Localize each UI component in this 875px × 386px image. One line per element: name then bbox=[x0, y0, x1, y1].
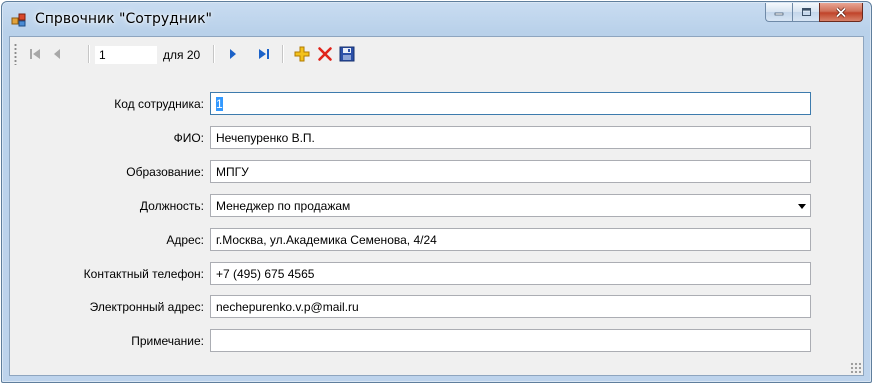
employee-code-field[interactable]: 1 bbox=[210, 92, 811, 115]
window-title: Спрвочник "Сотрудник" bbox=[35, 11, 212, 27]
email-label: Электронный адрес: bbox=[89, 300, 204, 314]
note-label: Примечание: bbox=[131, 334, 204, 348]
app-icon bbox=[11, 12, 27, 28]
education-label: Образование: bbox=[126, 165, 204, 179]
move-next-button[interactable] bbox=[224, 45, 242, 63]
move-previous-button[interactable] bbox=[48, 45, 66, 63]
move-last-button[interactable] bbox=[255, 45, 273, 63]
full-name-label: ФИО: bbox=[173, 131, 204, 145]
position-value: Менеджер по продажам bbox=[216, 199, 351, 213]
add-button[interactable] bbox=[293, 45, 311, 63]
address-label: Адрес: bbox=[166, 233, 204, 247]
add-icon bbox=[294, 46, 310, 62]
toolbar-grip[interactable] bbox=[14, 43, 17, 65]
move-previous-icon bbox=[54, 49, 60, 59]
toolbar-separator bbox=[88, 45, 90, 63]
save-icon bbox=[339, 46, 355, 62]
delete-icon bbox=[318, 47, 332, 61]
employee-code-value: 1 bbox=[216, 97, 223, 111]
close-button[interactable] bbox=[819, 3, 863, 22]
main-window: Спрвочник "Сотрудник" для 20 bbox=[1, 1, 872, 383]
title-bar[interactable]: Спрвочник "Сотрудник" bbox=[2, 2, 871, 36]
position-label: Должность: bbox=[139, 199, 204, 213]
education-field[interactable]: МПГУ bbox=[210, 160, 811, 183]
move-first-button[interactable] bbox=[26, 45, 44, 63]
education-row: Образование: МПГУ bbox=[10, 160, 863, 184]
move-next-icon bbox=[230, 49, 236, 59]
toolbar-separator bbox=[282, 45, 284, 63]
position-input[interactable] bbox=[94, 45, 158, 65]
chevron-down-icon[interactable] bbox=[798, 204, 806, 209]
email-row: Электронный адрес: nechepurenko.v.p@mail… bbox=[10, 295, 863, 319]
maximize-button[interactable] bbox=[792, 3, 819, 22]
full-name-field[interactable]: Нечепуренко В.П. bbox=[210, 126, 811, 149]
phone-label: Контактный телефон: bbox=[83, 267, 204, 281]
form-client-area: для 20 Код сотрудника: 1 ФИО: bbox=[9, 36, 864, 376]
employee-code-row: Код сотрудника: 1 bbox=[10, 92, 863, 116]
toolbar-separator bbox=[213, 45, 215, 63]
caption-buttons bbox=[765, 3, 863, 23]
binding-navigator: для 20 bbox=[10, 37, 863, 70]
employee-code-label: Код сотрудника: bbox=[114, 97, 204, 111]
minimize-button[interactable] bbox=[765, 3, 792, 22]
email-field[interactable]: nechepurenko.v.p@mail.ru bbox=[210, 295, 811, 318]
move-last-icon bbox=[259, 49, 269, 59]
resize-grip[interactable] bbox=[850, 362, 861, 373]
delete-button[interactable] bbox=[316, 45, 334, 63]
position-row: Должность: Менеджер по продажам bbox=[10, 194, 863, 218]
minimize-icon bbox=[774, 12, 784, 16]
phone-row: Контактный телефон: +7 (495) 675 4565 bbox=[10, 262, 863, 286]
maximize-icon bbox=[801, 8, 811, 16]
save-button[interactable] bbox=[338, 45, 356, 63]
address-row: Адрес: г.Москва, ул.Академика Семенова, … bbox=[10, 228, 863, 252]
note-field[interactable] bbox=[210, 329, 811, 352]
phone-field[interactable]: +7 (495) 675 4565 bbox=[210, 262, 811, 285]
full-name-row: ФИО: Нечепуренко В.П. bbox=[10, 126, 863, 150]
note-row: Примечание: bbox=[10, 329, 863, 353]
move-first-icon bbox=[30, 49, 40, 59]
address-field[interactable]: г.Москва, ул.Академика Семенова, 4/24 bbox=[210, 228, 811, 251]
close-icon bbox=[835, 6, 847, 18]
record-count-label: для 20 bbox=[163, 48, 201, 62]
position-combobox[interactable]: Менеджер по продажам bbox=[210, 194, 811, 217]
